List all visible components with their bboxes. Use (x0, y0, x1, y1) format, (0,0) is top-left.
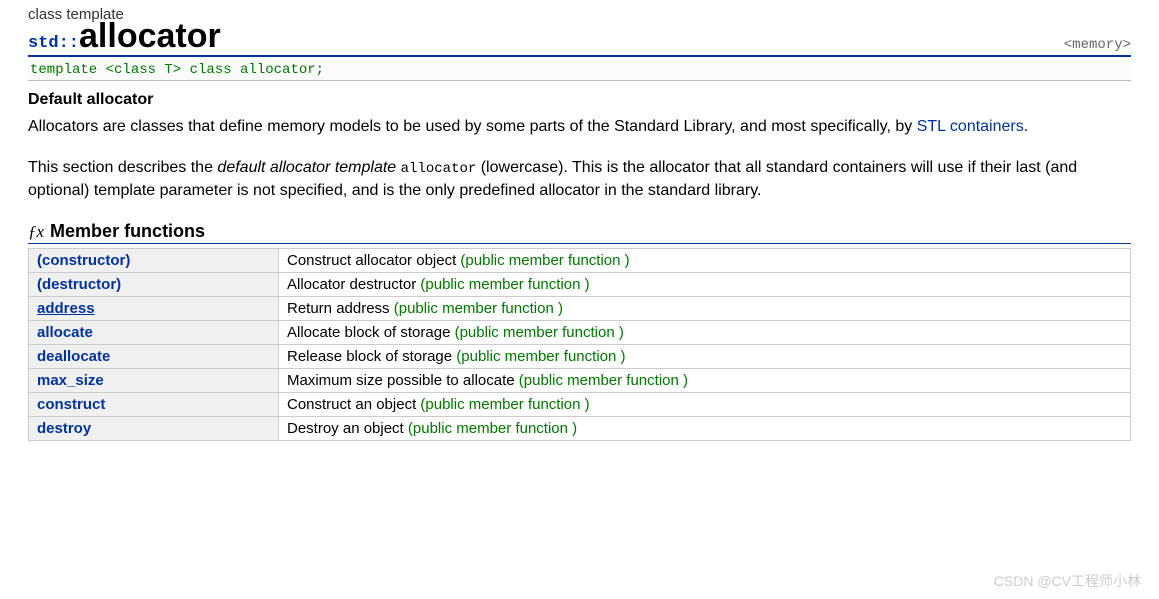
member-desc: Allocate block of storage (287, 324, 455, 341)
header-tag: <memory> (1064, 37, 1131, 53)
member-desc: Return address (287, 300, 394, 317)
member-desc-cell: Allocator destructor (public member func… (279, 272, 1131, 296)
title-row: std:: allocator <memory> (28, 19, 1131, 57)
member-desc-cell: Release block of storage (public member … (279, 344, 1131, 368)
table-row: max_size Maximum size possible to allocat… (29, 368, 1131, 392)
member-name-cell: destroy (29, 416, 279, 440)
member-functions-table: (constructor) Construct allocator object … (28, 248, 1131, 441)
member-link[interactable]: destroy (37, 420, 91, 437)
table-row: destroy Destroy an object (public member … (29, 416, 1131, 440)
table-row: address Return address (public member fun… (29, 296, 1131, 320)
table-row: deallocate Release block of storage (publ… (29, 344, 1131, 368)
member-link[interactable]: (constructor) (37, 252, 130, 269)
para2-code: allocator (401, 161, 477, 177)
member-desc: Release block of storage (287, 348, 456, 365)
public-tag: (public member function ) (460, 252, 629, 269)
watermark: CSDN @CV工程师小林 (994, 571, 1141, 591)
public-tag: (public member function ) (420, 276, 589, 293)
member-desc: Destroy an object (287, 420, 408, 437)
member-name-cell: allocate (29, 320, 279, 344)
member-desc-cell: Maximum size possible to allocate (publi… (279, 368, 1131, 392)
class-name: allocator (79, 19, 221, 53)
namespace-prefix: std:: (28, 34, 79, 53)
table-row: (constructor) Construct allocator object … (29, 248, 1131, 272)
member-desc-cell: Construct allocator object (public membe… (279, 248, 1131, 272)
paragraph-1: Allocators are classes that define memor… (28, 115, 1128, 138)
member-desc: Construct an object (287, 396, 420, 413)
member-name-cell: (constructor) (29, 248, 279, 272)
public-tag: (public member function ) (408, 420, 577, 437)
table-row: allocate Allocate block of storage (publi… (29, 320, 1131, 344)
public-tag: (public member function ) (420, 396, 589, 413)
title-left: std:: allocator (28, 19, 221, 53)
para1-text-a: Allocators are classes that define memor… (28, 118, 917, 135)
member-desc: Construct allocator object (287, 252, 460, 269)
member-name-cell: construct (29, 392, 279, 416)
member-link[interactable]: max_size (37, 372, 104, 389)
fx-icon: ƒx (28, 222, 44, 242)
para2-text-a: This section describes the (28, 159, 217, 176)
public-tag: (public member function ) (519, 372, 688, 389)
para2-em: default allocator template (217, 159, 396, 176)
member-link[interactable]: construct (37, 396, 105, 413)
member-name-cell: address (29, 296, 279, 320)
stl-containers-link[interactable]: STL containers (917, 118, 1024, 135)
section-title: ƒx Member functions (28, 221, 1131, 244)
member-name-cell: (destructor) (29, 272, 279, 296)
public-tag: (public member function ) (455, 324, 624, 341)
member-desc: Maximum size possible to allocate (287, 372, 519, 389)
template-signature: template <class T> class allocator; (28, 60, 1131, 81)
member-desc-cell: Return address (public member function ) (279, 296, 1131, 320)
section-title-text: Member functions (50, 221, 205, 242)
member-name-cell: max_size (29, 368, 279, 392)
member-desc-cell: Construct an object (public member funct… (279, 392, 1131, 416)
subheading: Default allocator (28, 91, 1131, 109)
member-name-cell: deallocate (29, 344, 279, 368)
paragraph-2: This section describes the default alloc… (28, 156, 1128, 202)
table-row: construct Construct an object (public mem… (29, 392, 1131, 416)
member-link[interactable]: deallocate (37, 348, 110, 365)
member-link[interactable]: allocate (37, 324, 93, 341)
member-link[interactable]: (destructor) (37, 276, 121, 293)
public-tag: (public member function ) (394, 300, 563, 317)
member-link[interactable]: address (37, 300, 95, 317)
para1-text-b: . (1024, 118, 1028, 135)
table-row: (destructor) Allocator destructor (public… (29, 272, 1131, 296)
member-desc: Allocator destructor (287, 276, 420, 293)
member-desc-cell: Allocate block of storage (public member… (279, 320, 1131, 344)
member-desc-cell: Destroy an object (public member functio… (279, 416, 1131, 440)
public-tag: (public member function ) (456, 348, 625, 365)
